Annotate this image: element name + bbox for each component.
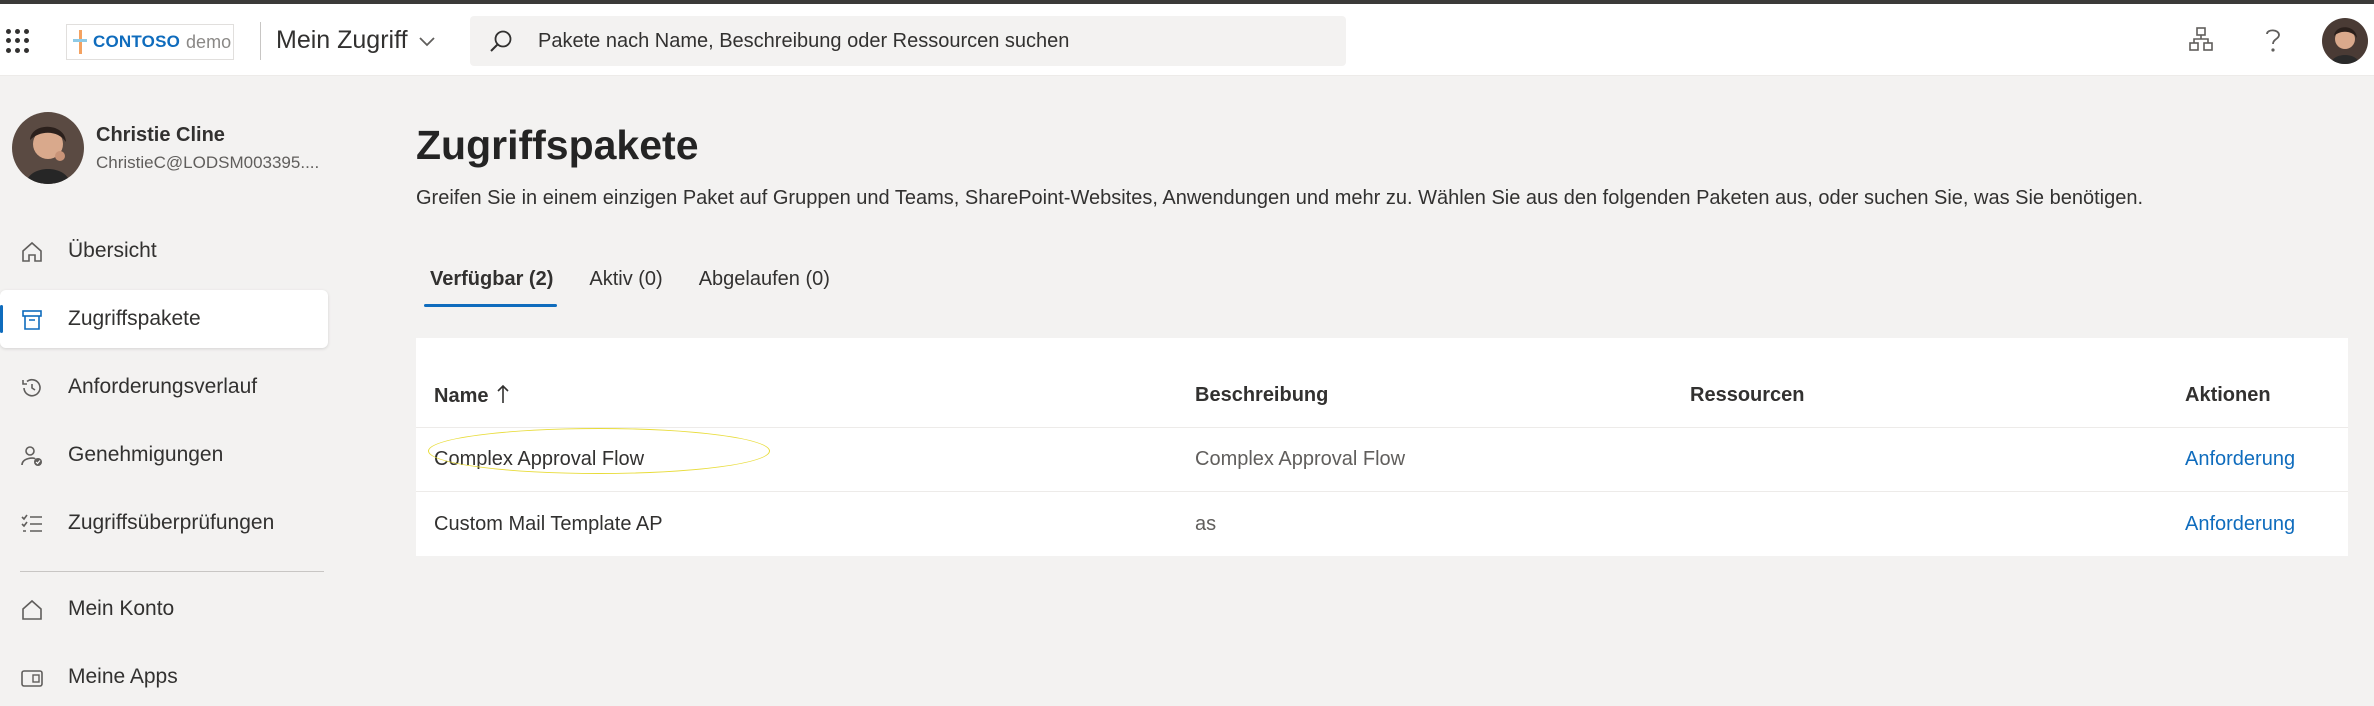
table-row[interactable]: Custom Mail Template AP as Anforderung	[416, 492, 2348, 556]
avatar	[12, 112, 84, 184]
tab-aktiv[interactable]: Aktiv (0)	[589, 268, 662, 307]
package-name-text: Complex Approval Flow	[434, 448, 645, 470]
tab-verfuegbar[interactable]: Verfügbar (2)	[423, 268, 558, 307]
request-link[interactable]: Anforderung	[2185, 513, 2295, 536]
tenant-logo: CONTOSO demo	[66, 24, 234, 60]
sidebar: Christie Cline ChristieC@LODSM003395....…	[0, 76, 340, 706]
app-launcher-icon[interactable]	[6, 29, 30, 53]
sidebar-item-label: Anforderungsverlauf	[68, 375, 258, 398]
package-name[interactable]: Custom Mail Template AP	[434, 513, 663, 536]
tab-abgelaufen[interactable]: Abgelaufen (0)	[699, 268, 830, 307]
sidebar-item-label: Meine Apps	[68, 665, 178, 688]
sidebar-item-anforderungsverlauf[interactable]: Anforderungsverlauf	[0, 358, 328, 416]
column-header-aktionen: Aktionen	[2185, 384, 2271, 406]
help-icon[interactable]	[2262, 26, 2284, 54]
history-icon	[22, 378, 41, 397]
sidebar-item-genehmigungen[interactable]: Genehmigungen	[0, 426, 328, 484]
table-row[interactable]: Complex Approval Flow Complex Approval F…	[416, 428, 2348, 492]
user-email: ChristieC@LODSM003395....	[96, 152, 320, 172]
apps-icon	[21, 670, 43, 687]
home-icon	[22, 241, 42, 262]
user-name: Christie Cline	[96, 123, 225, 146]
org-chart-icon[interactable]	[2188, 26, 2214, 52]
page-title: Zugriffspakete	[416, 122, 699, 168]
column-header-beschreibung[interactable]: Beschreibung	[1195, 384, 1328, 407]
sidebar-divider	[20, 571, 324, 572]
package-name[interactable]: Complex Approval Flow	[428, 428, 770, 474]
sidebar-item-label: Zugriffspakete	[68, 307, 201, 330]
sidebar-item-label: Genehmigungen	[68, 443, 224, 466]
sidebar-item-label: Mein Konto	[68, 597, 175, 620]
user-profile: Christie Cline ChristieC@LODSM003395....	[12, 112, 319, 184]
request-link[interactable]: Anforderung	[2185, 448, 2295, 471]
page-description: Greifen Sie in einem einzigen Paket auf …	[416, 187, 2144, 209]
chevron-down-icon	[418, 36, 435, 46]
search-icon	[490, 30, 512, 52]
package-icon	[22, 310, 42, 330]
checklist-icon	[21, 514, 42, 532]
sort-ascending-icon	[497, 384, 510, 403]
column-header-label: Name	[434, 384, 489, 407]
avatar-image-icon	[12, 112, 84, 184]
contoso-logo-icon	[73, 30, 87, 54]
logo-suffix: demo	[186, 31, 232, 52]
sidebar-item-mein-konto[interactable]: Mein Konto	[0, 580, 328, 638]
package-description: Complex Approval Flow	[1195, 448, 1406, 470]
user-info: Christie Cline ChristieC@LODSM003395....	[96, 124, 319, 173]
approvals-icon	[21, 446, 42, 466]
logo-brand: CONTOSO	[93, 32, 181, 51]
header-divider	[260, 22, 261, 60]
package-description: as	[1195, 512, 1217, 535]
sidebar-item-zugriffspakete[interactable]: Zugriffspakete	[0, 290, 328, 348]
sidebar-item-label: Zugriffsüberprüfungen	[68, 511, 275, 534]
column-header-name[interactable]: Name	[434, 384, 510, 408]
search-input[interactable]	[538, 16, 1318, 66]
avatar-image-icon	[2322, 18, 2368, 64]
sidebar-item-zugriffsueberpruefungen[interactable]: Zugriffsüberprüfungen	[0, 494, 328, 552]
sidebar-item-meine-apps[interactable]: Meine Apps	[0, 648, 328, 706]
packages-table: Name Beschreibung Ressourcen Aktionen Co…	[416, 338, 2348, 556]
sidebar-item-label: Übersicht	[68, 239, 157, 262]
account-icon	[22, 599, 42, 620]
sidebar-item-uebersicht[interactable]: Übersicht	[0, 222, 328, 280]
table-header-row: Name Beschreibung Ressourcen Aktionen	[416, 364, 2348, 428]
app-name: Mein Zugriff	[276, 26, 408, 54]
search-box[interactable]	[470, 16, 1346, 66]
tab-list: Verfügbar (2) Aktiv (0) Abgelaufen (0)	[423, 268, 866, 307]
user-avatar-button[interactable]	[2322, 18, 2368, 64]
top-header: CONTOSO demo Mein Zugriff	[0, 4, 2374, 76]
app-switcher[interactable]: Mein Zugriff	[276, 26, 436, 55]
column-header-ressourcen[interactable]: Ressourcen	[1690, 384, 1805, 407]
